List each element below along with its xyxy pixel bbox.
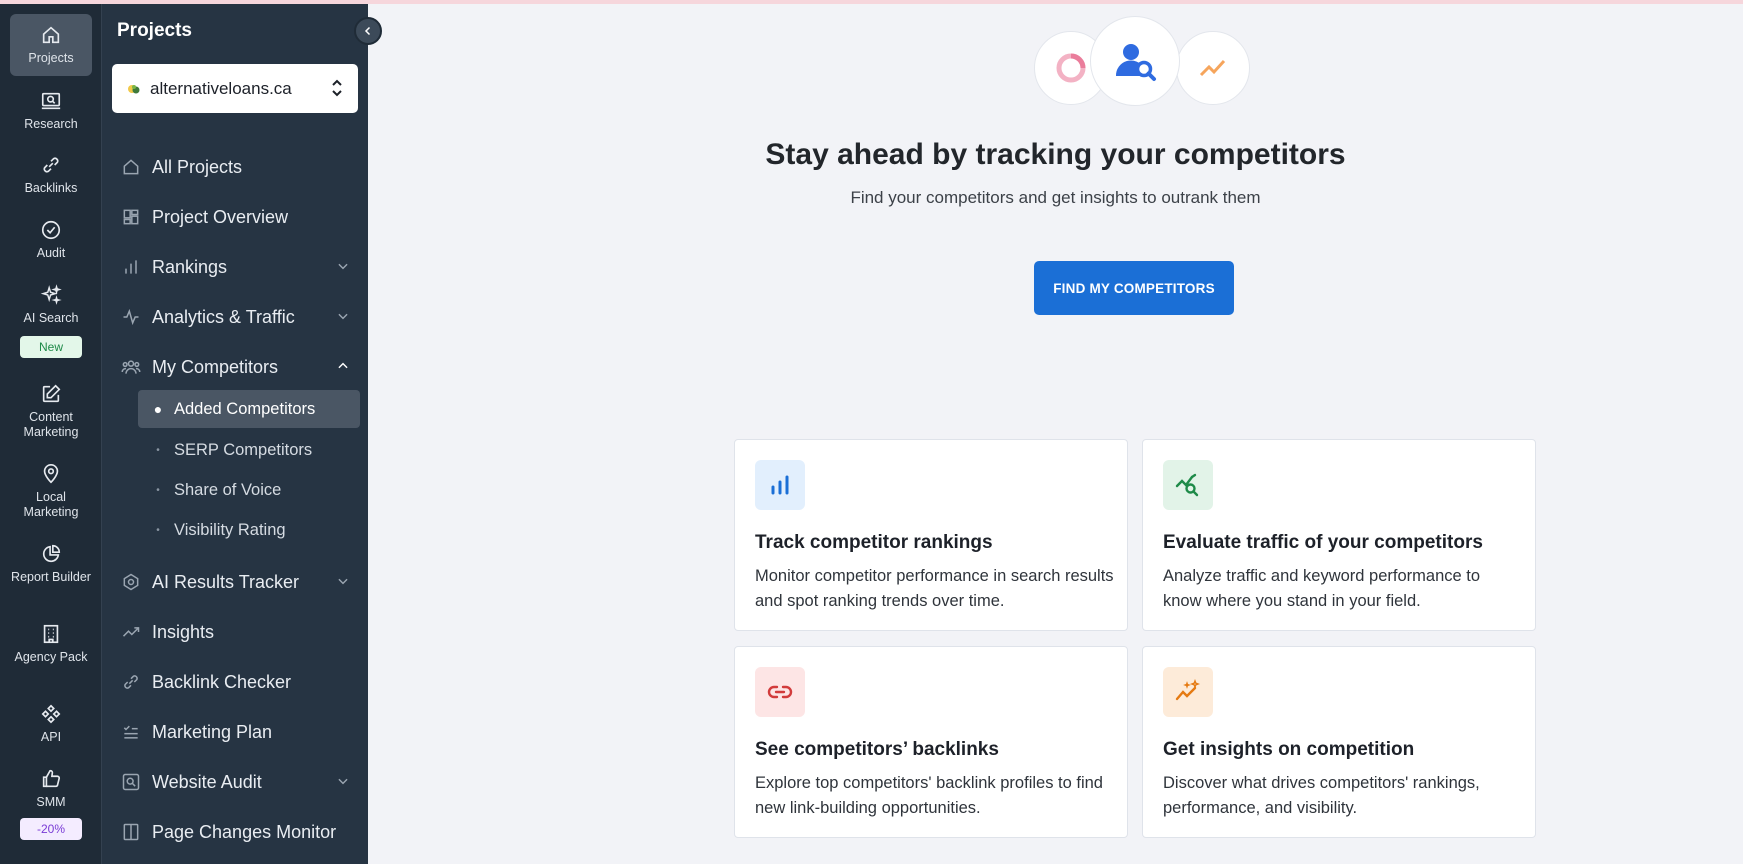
rail-item-ai-search[interactable]: AI Search [10,282,92,326]
feature-card-insights: Get insights on competition Discover wha… [1142,646,1536,838]
card-title: See competitors’ backlinks [755,739,999,760]
pie-chart-icon [38,541,64,567]
traffic-analysis-icon [1163,460,1213,510]
chevron-down-icon [336,259,350,278]
hero-illustration [1034,14,1294,110]
rail-item-report-builder[interactable]: Report Builder [10,541,92,585]
link-icon [38,152,64,178]
sub-item-added-competitors[interactable]: ● Added Competitors [138,390,360,428]
rail-item-smm[interactable]: SMM [10,766,92,810]
sparkle-trend-icon [1163,667,1213,717]
pulse-icon [120,306,142,328]
page-headline: Stay ahead by tracking your competitors [765,138,1346,171]
nav-item-analytics-traffic[interactable]: Analytics & Traffic [120,297,360,337]
feature-card-rankings: Track competitor rankings Monitor compet… [734,439,1128,631]
user-search-icon [1090,16,1180,106]
project-nav: Projects alternativeloans.ca All Project… [102,0,382,864]
nav-item-my-competitors[interactable]: My Competitors [120,347,360,387]
nav-item-website-audit[interactable]: Website Audit [120,762,360,802]
project-selector[interactable]: alternativeloans.ca [112,64,358,113]
page-subheadline: Find your competitors and get insights t… [850,188,1261,207]
nav-item-ai-results-tracker[interactable]: AI Results Tracker [120,562,360,602]
rail-item-backlinks[interactable]: Backlinks [10,152,92,196]
sparkle-icon [38,282,64,308]
users-icon [120,356,142,378]
card-description: Discover what drives competitors' rankin… [1163,774,1480,817]
ai-tracker-icon [120,571,142,593]
card-description: Monitor competitor performance in search… [755,567,1114,610]
bullet-icon: • [156,484,160,496]
audit-search-icon [120,771,142,793]
nav-item-backlink-checker[interactable]: Backlink Checker [120,662,360,702]
card-description: Explore top competitors' backlink profil… [755,774,1103,817]
link-icon [755,667,805,717]
feature-card-backlinks: See competitors’ backlinks Explore top c… [734,646,1128,838]
nav-item-all-projects[interactable]: All Projects [120,147,360,187]
rail-item-api[interactable]: API [10,701,92,745]
home-icon [38,22,64,48]
feature-card-traffic: Evaluate traffic of your competitors Ana… [1142,439,1536,631]
rail-item-agency-pack[interactable]: Agency Pack [10,621,92,665]
nav-item-rankings[interactable]: Rankings [120,247,360,287]
chevron-up-icon [336,359,350,378]
main-content: Stay ahead by tracking your competitors … [368,0,1743,864]
check-circle-icon [38,217,64,243]
nav-item-page-changes-monitor[interactable]: Page Changes Monitor [120,812,360,852]
chevron-down-icon [336,574,350,593]
nav-title: Projects [117,20,192,41]
bar-chart-icon [755,460,805,510]
rail-item-local-marketing[interactable]: Local Marketing [10,461,92,520]
nav-item-project-overview[interactable]: Project Overview [120,197,360,237]
chevron-down-icon [336,309,350,328]
trend-up-icon [1176,31,1250,105]
discount-badge: -20% [20,818,82,840]
edit-icon [38,381,64,407]
new-badge: New [20,336,82,358]
building-icon [38,621,64,647]
sub-item-share-of-voice[interactable]: • Share of Voice [138,471,360,509]
trend-icon [120,621,142,643]
nav-item-marketing-plan[interactable]: Marketing Plan [120,712,360,752]
rail-item-audit[interactable]: Audit [10,217,92,261]
research-icon [38,88,64,114]
bullet-icon: ● [153,401,163,417]
sub-item-visibility-rating[interactable]: • Visibility Rating [138,511,360,549]
project-favicon-icon [126,81,142,97]
card-title: Track competitor rankings [755,532,993,553]
link-icon [120,671,142,693]
icon-rail: Projects Research Backlinks Audit AI Sea… [0,0,102,864]
checklist-icon [120,721,142,743]
page-compare-icon [120,821,142,843]
thumbs-up-icon [38,766,64,792]
nav-item-insights[interactable]: Insights [120,612,360,652]
map-pin-icon [38,461,64,487]
find-competitors-button[interactable]: FIND MY COMPETITORS [1034,261,1234,315]
project-name: alternativeloans.ca [150,78,292,98]
rail-item-research[interactable]: Research [10,88,92,132]
top-accent-line [0,0,1743,4]
api-icon [38,701,64,727]
sub-item-serp-competitors[interactable]: • SERP Competitors [138,431,360,469]
rail-item-content-marketing[interactable]: Content Marketing [10,381,92,440]
chevron-up-down-icon [330,78,344,103]
chevron-down-icon [336,774,350,793]
card-description: Analyze traffic and keyword performance … [1163,567,1481,610]
bullet-icon: • [156,444,160,456]
bullet-icon: • [156,524,160,536]
rail-item-projects[interactable]: Projects [10,14,92,76]
bar-chart-icon [120,256,142,278]
card-title: Get insights on competition [1163,739,1415,760]
dashboard-icon [120,206,142,228]
card-title: Evaluate traffic of your competitors [1163,532,1483,553]
collapse-sidebar-button[interactable] [354,17,382,45]
chevron-left-icon [362,25,374,37]
home-icon [120,156,142,178]
